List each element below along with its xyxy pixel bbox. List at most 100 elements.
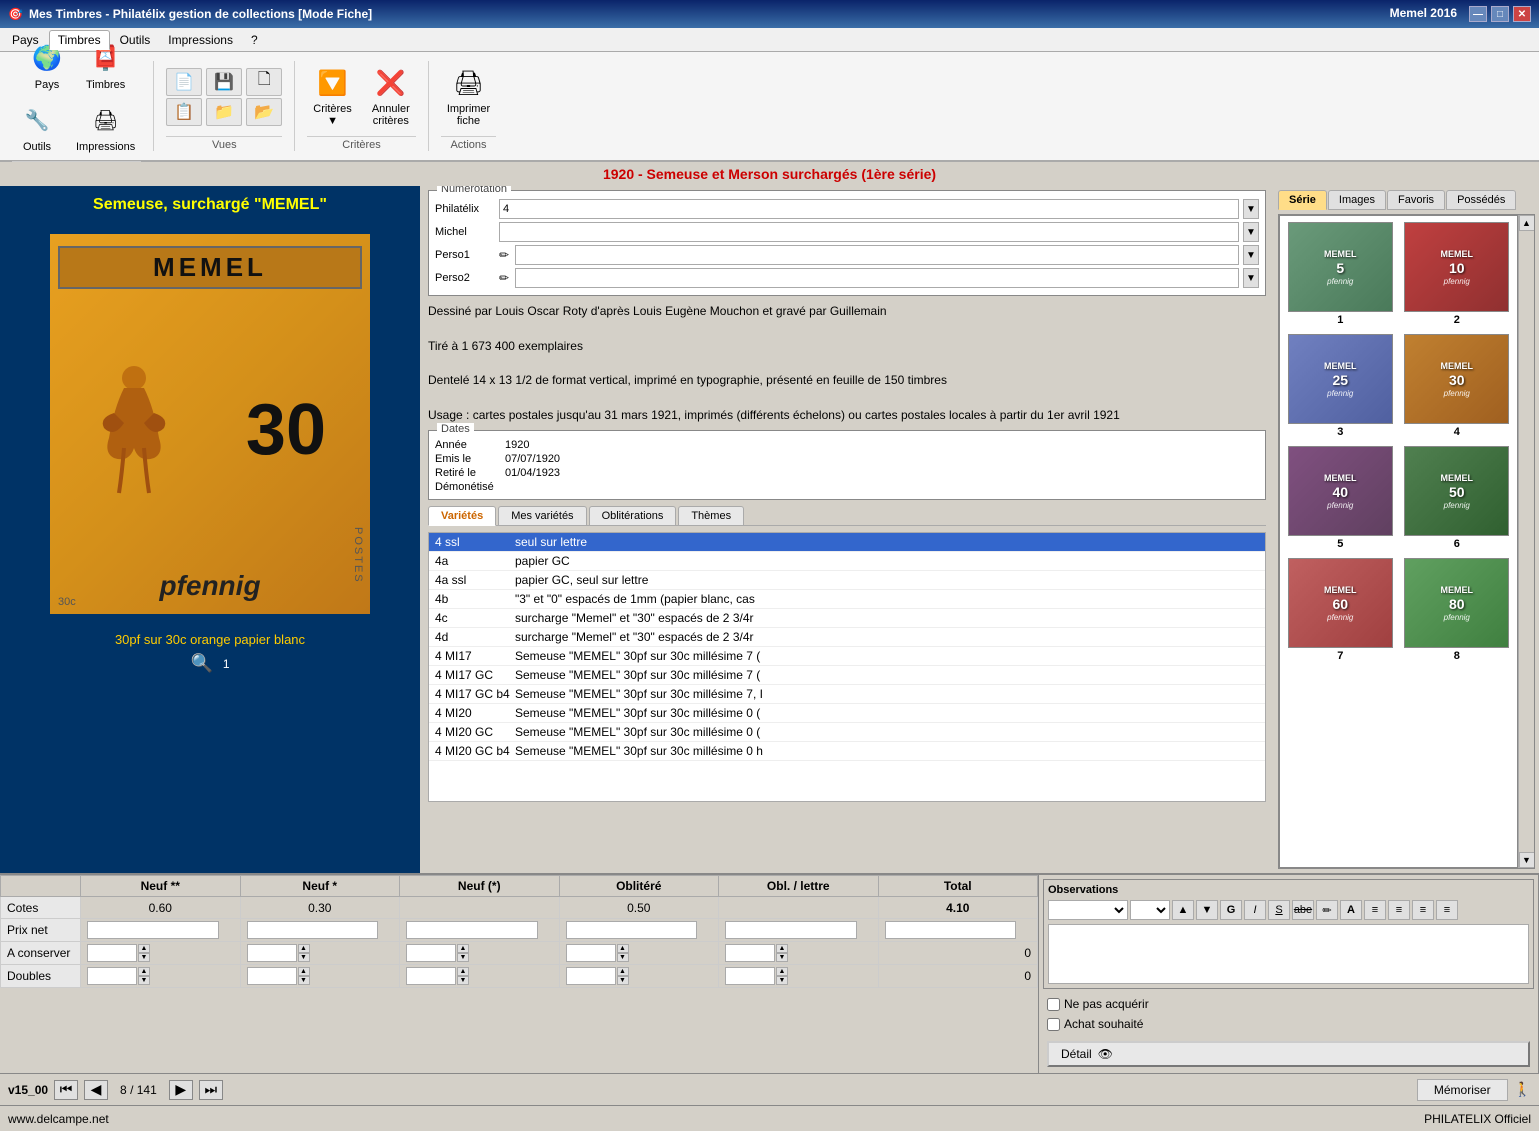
a-conserver-neuf0-input[interactable] — [406, 944, 456, 962]
tab-themes[interactable]: Thèmes — [678, 506, 744, 525]
prix-net-neuf0[interactable] — [400, 919, 560, 942]
doubles-oblitere-up[interactable]: ▲ — [617, 967, 629, 976]
maximize-button[interactable]: □ — [1491, 6, 1509, 22]
a-conserver-neuf2-input[interactable] — [87, 944, 137, 962]
variety-row-2[interactable]: 4a ssl papier GC, seul sur lettre — [429, 571, 1265, 590]
a-conserver-obl-lettre-down[interactable]: ▼ — [776, 953, 788, 962]
nav-first-button[interactable]: ⏮ — [54, 1080, 78, 1100]
doubles-neuf0[interactable]: ▲ ▼ — [400, 965, 560, 988]
menu-timbres[interactable]: Timbres — [49, 30, 110, 50]
variety-row-8[interactable]: 4 MI17 GC b4 Semeuse "MEMEL" 30pf sur 30… — [429, 685, 1265, 704]
doubles-oblitere[interactable]: ▲ ▼ — [559, 965, 719, 988]
a-conserver-neuf2-down[interactable]: ▼ — [138, 953, 150, 962]
doubles-neuf2-down[interactable]: ▼ — [138, 976, 150, 985]
tab-obliterations[interactable]: Oblitérations — [589, 506, 677, 525]
obs-font-color-btn[interactable]: A — [1340, 900, 1362, 920]
scroll-up-arrow[interactable]: ▲ — [1519, 215, 1535, 231]
obs-down-btn[interactable]: ▼ — [1196, 900, 1218, 920]
perso1-input[interactable] — [515, 245, 1239, 265]
stamp-thumb-8[interactable]: MEMEL 80 pfennig 8 — [1401, 556, 1514, 664]
doubles-obl-lettre-up[interactable]: ▲ — [776, 967, 788, 976]
doubles-obl-lettre-input[interactable] — [725, 967, 775, 985]
a-conserver-neuf1-down[interactable]: ▼ — [298, 953, 310, 962]
a-conserver-oblitere[interactable]: ▲ ▼ — [559, 942, 719, 965]
doubles-neuf2[interactable]: ▲ ▼ — [81, 965, 241, 988]
observations-textarea[interactable] — [1048, 924, 1529, 984]
obs-italic-btn[interactable]: I — [1244, 900, 1266, 920]
doubles-neuf0-input[interactable] — [406, 967, 456, 985]
variety-row-9[interactable]: 4 MI20 Semeuse "MEMEL" 30pf sur 30c mill… — [429, 704, 1265, 723]
doubles-neuf2-up[interactable]: ▲ — [138, 967, 150, 976]
stamp-thumb-5[interactable]: MEMEL 40 pfennig 5 — [1284, 444, 1397, 552]
a-conserver-oblitere-down[interactable]: ▼ — [617, 953, 629, 962]
variety-row-6[interactable]: 4 MI17 Semeuse "MEMEL" 30pf sur 30c mill… — [429, 647, 1265, 666]
vues-btn-6[interactable]: 📂 — [246, 98, 282, 126]
stamp-display[interactable]: MEMEL — [40, 224, 380, 624]
obs-strikethrough-btn[interactable]: abe — [1292, 900, 1314, 920]
prix-net-obl-lettre-input[interactable] — [725, 921, 857, 939]
doubles-obl-lettre[interactable]: ▲ ▼ — [719, 965, 879, 988]
doubles-neuf1[interactable]: ▲ ▼ — [240, 965, 400, 988]
stamp-thumb-7[interactable]: MEMEL 60 pfennig 7 — [1284, 556, 1397, 664]
prix-net-obl-lettre[interactable] — [719, 919, 879, 942]
varieties-list[interactable]: 4 ssl seul sur lettre 4a papier GC 4a ss… — [428, 532, 1266, 802]
variety-row-1[interactable]: 4a papier GC — [429, 552, 1265, 571]
a-conserver-obl-lettre[interactable]: ▲ ▼ — [719, 942, 879, 965]
doubles-neuf1-up[interactable]: ▲ — [298, 967, 310, 976]
scroll-down-arrow[interactable]: ▼ — [1519, 852, 1535, 868]
menu-help[interactable]: ? — [243, 31, 266, 49]
doubles-neuf0-down[interactable]: ▼ — [457, 976, 469, 985]
zoom-icon[interactable]: 🔍 — [190, 653, 212, 674]
toolbar-btn-imprimer-fiche[interactable]: 🖨 Imprimerfiche — [441, 61, 496, 131]
a-conserver-oblitere-input[interactable] — [566, 944, 616, 962]
toolbar-btn-annuler-criteres[interactable]: ❌ Annulercritères — [366, 61, 416, 131]
a-conserver-neuf2[interactable]: ▲ ▼ — [81, 942, 241, 965]
variety-row-10[interactable]: 4 MI20 GC Semeuse "MEMEL" 30pf sur 30c m… — [429, 723, 1265, 742]
a-conserver-neuf0-up[interactable]: ▲ — [457, 944, 469, 953]
stamp-thumb-2[interactable]: MEMEL 10 pfennig 2 — [1401, 220, 1514, 328]
achat-souhaite-checkbox[interactable] — [1047, 1018, 1060, 1031]
michel-input[interactable] — [499, 222, 1239, 242]
prix-net-total[interactable] — [878, 919, 1038, 942]
obs-up-btn[interactable]: ▲ — [1172, 900, 1194, 920]
vues-btn-2[interactable]: 💾 — [206, 68, 242, 96]
variety-row-11[interactable]: 4 MI20 GC b4 Semeuse "MEMEL" 30pf sur 30… — [429, 742, 1265, 761]
right-tab-images[interactable]: Images — [1328, 190, 1386, 210]
vues-btn-5[interactable]: 📁 — [206, 98, 242, 126]
obs-align-left-btn[interactable]: ≡ — [1364, 900, 1386, 920]
perso2-input[interactable] — [515, 268, 1239, 288]
stamp-thumb-3[interactable]: MEMEL 25 pfennig 3 — [1284, 332, 1397, 440]
prix-net-neuf1-input[interactable] — [247, 921, 379, 939]
prix-net-neuf2[interactable] — [81, 919, 241, 942]
obs-align-right-btn[interactable]: ≡ — [1412, 900, 1434, 920]
perso1-arrow[interactable]: ▼ — [1243, 245, 1259, 265]
doubles-neuf2-input[interactable] — [87, 967, 137, 985]
vues-btn-1[interactable]: 📄 — [166, 68, 202, 96]
a-conserver-oblitere-up[interactable]: ▲ — [617, 944, 629, 953]
ne-pas-acquerir-checkbox[interactable] — [1047, 998, 1060, 1011]
variety-row-7[interactable]: 4 MI17 GC Semeuse "MEMEL" 30pf sur 30c m… — [429, 666, 1265, 685]
variety-row-3[interactable]: 4b "3" et "0" espacés de 1mm (papier bla… — [429, 590, 1265, 609]
memoriser-button[interactable]: Mémoriser — [1417, 1079, 1508, 1101]
obs-pen-btn[interactable]: ✏ — [1316, 900, 1338, 920]
prix-net-oblitere-input[interactable] — [566, 921, 698, 939]
minimize-button[interactable]: — — [1469, 6, 1487, 22]
nav-prev-button[interactable]: ◀ — [84, 1080, 108, 1100]
a-conserver-neuf1[interactable]: ▲ ▼ — [240, 942, 400, 965]
prix-net-neuf2-input[interactable] — [87, 921, 219, 939]
variety-row-0[interactable]: 4 ssl seul sur lettre — [429, 533, 1265, 552]
obs-align-center-btn[interactable]: ≡ — [1388, 900, 1410, 920]
toolbar-btn-criteres[interactable]: 🔽 Critères▼ — [307, 61, 358, 131]
vues-btn-3[interactable]: 🗋 — [246, 68, 282, 96]
prix-net-neuf1[interactable] — [240, 919, 400, 942]
scroll-bar-right[interactable]: ▲ ▼ — [1518, 215, 1534, 868]
doubles-oblitere-down[interactable]: ▼ — [617, 976, 629, 985]
michel-arrow[interactable]: ▼ — [1243, 222, 1259, 242]
detail-button[interactable]: Détail 👁 — [1047, 1041, 1530, 1067]
a-conserver-neuf2-up[interactable]: ▲ — [138, 944, 150, 953]
prix-net-neuf0-input[interactable] — [406, 921, 538, 939]
obs-bold-btn[interactable]: G — [1220, 900, 1242, 920]
right-tab-serie[interactable]: Série — [1278, 190, 1327, 210]
a-conserver-neuf1-input[interactable] — [247, 944, 297, 962]
doubles-oblitere-input[interactable] — [566, 967, 616, 985]
